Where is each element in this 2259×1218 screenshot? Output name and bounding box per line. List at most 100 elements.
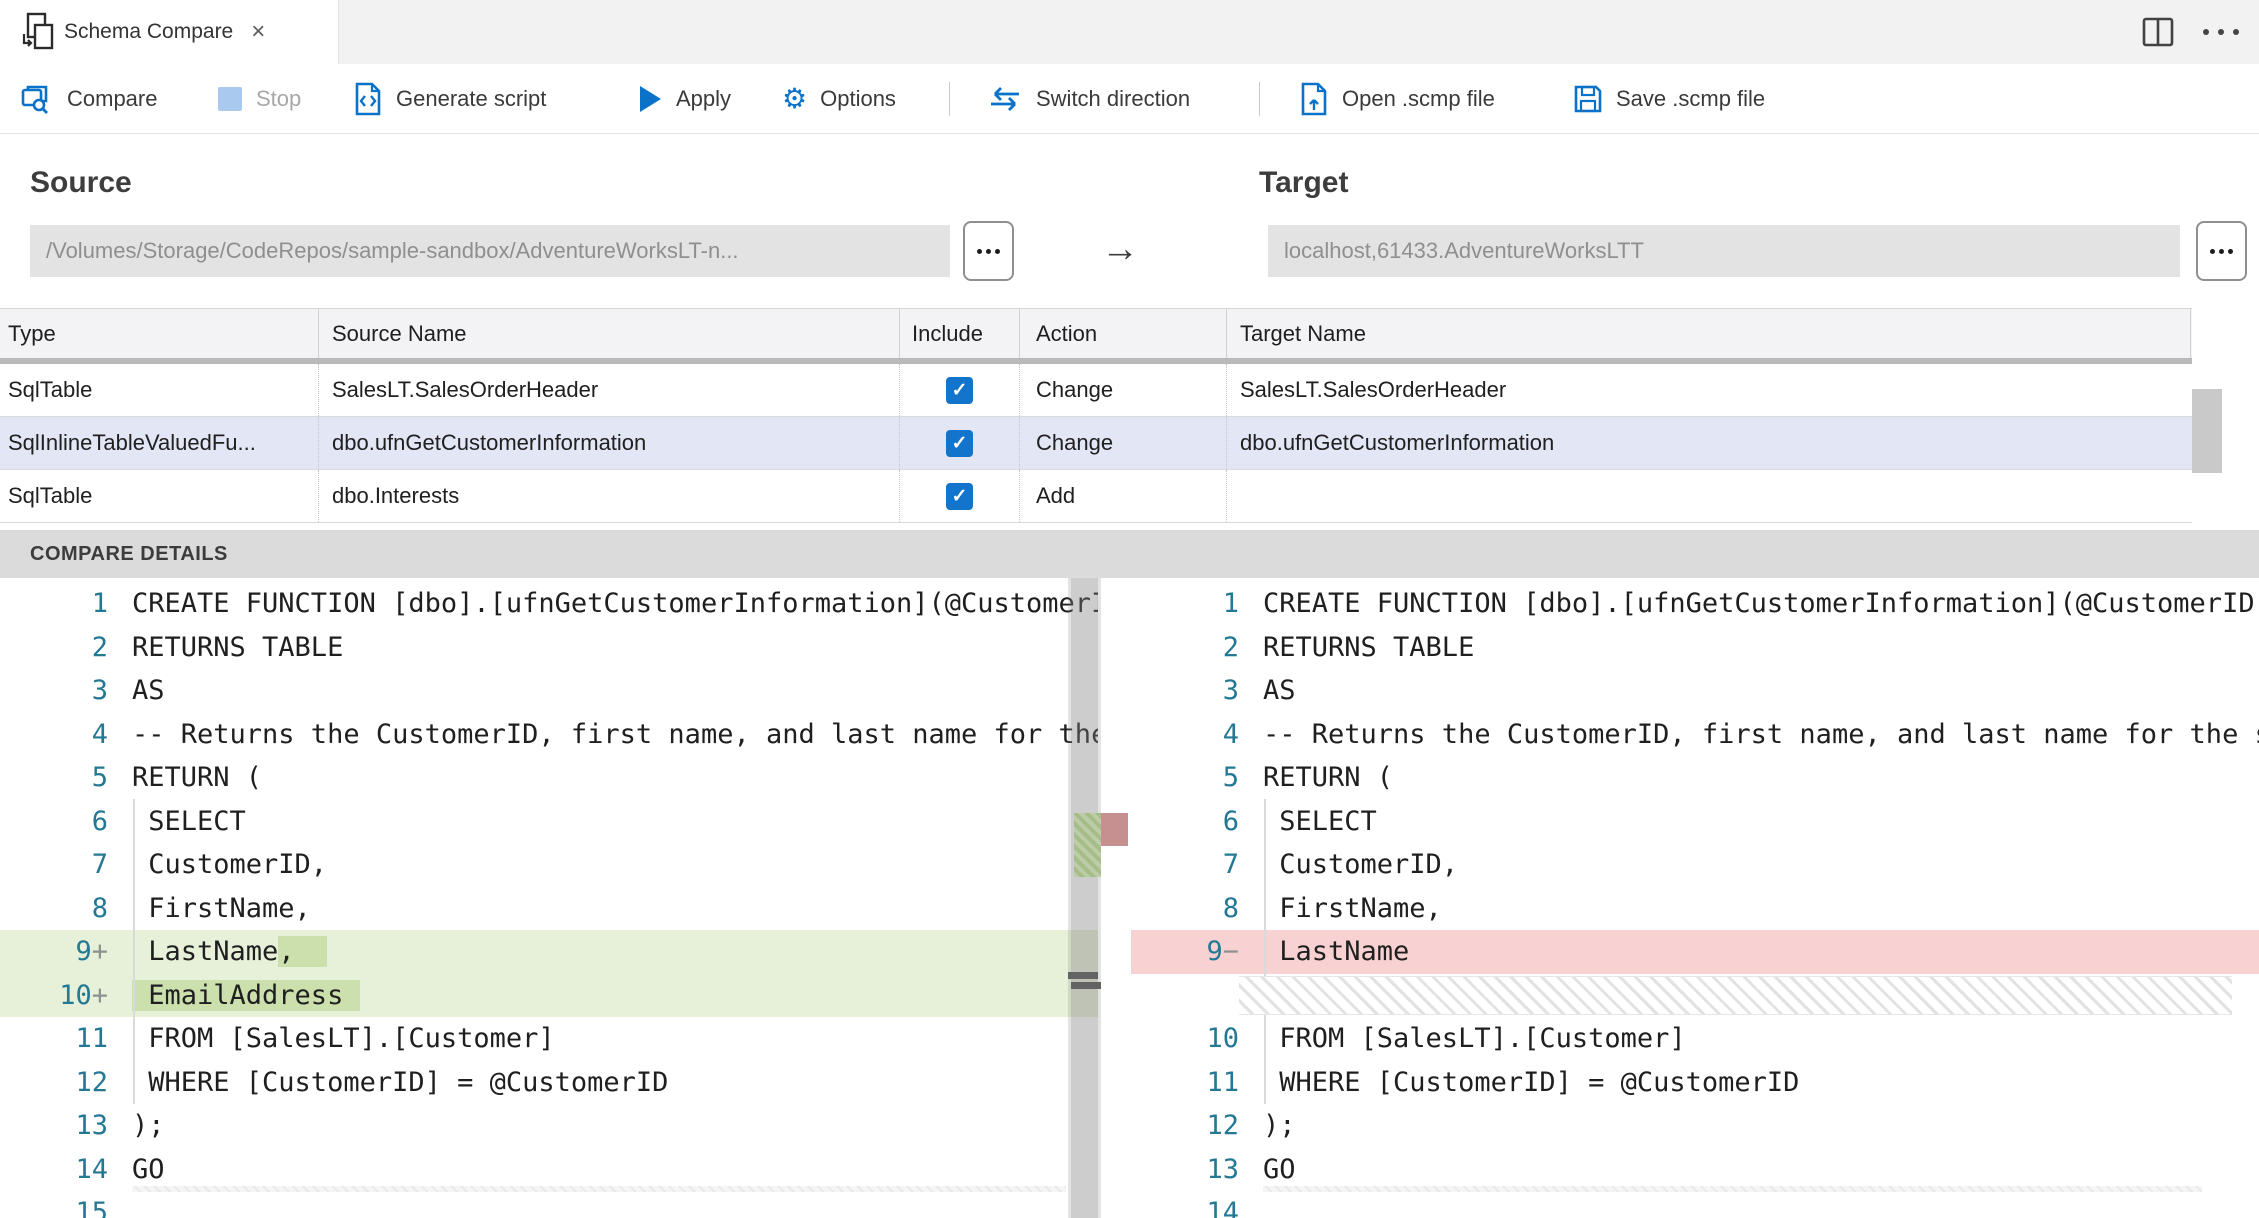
code-line: 8 FirstName, <box>0 887 1098 931</box>
include-checkbox[interactable]: ✓ <box>946 482 973 510</box>
line-number: 5 <box>91 762 108 793</box>
code-text: WHERE [CustomerID] = @CustomerID <box>132 1066 669 1098</box>
schema-compare-icon <box>20 12 56 52</box>
include-checkbox[interactable]: ✓ <box>946 376 973 404</box>
line-number: 14 <box>1206 1197 1239 1218</box>
target-code-lines: 1 CREATE FUNCTION [dbo].[ufnGetCustomerIn… <box>1131 582 2259 1218</box>
line-number: 6 <box>1222 805 1239 837</box>
cell-action: Change <box>1020 417 1227 469</box>
cell-type: SqlInlineTableValuedFu... <box>0 417 319 469</box>
code-text: -- Returns the CustomerID, first name, a… <box>132 718 1098 750</box>
code-text: AS <box>132 675 165 706</box>
source-code-pane[interactable]: 1 CREATE FUNCTION [dbo].[ufnGetCustomerIn… <box>0 578 1098 1218</box>
options-button[interactable]: ⚙ Options <box>782 64 896 133</box>
include-checkbox[interactable]: ✓ <box>946 429 973 457</box>
code-line: 12); <box>1131 1104 2259 1148</box>
schema-compare-toolbar: Compare Stop Generate script Apply ⚙ Opt… <box>0 64 2259 134</box>
apply-button[interactable]: Apply <box>637 64 731 133</box>
code-line: 7 CustomerID, <box>0 843 1098 887</box>
tab-schema-compare[interactable]: Schema Compare × <box>0 0 339 64</box>
cell-target-name <box>1227 470 2191 522</box>
diff-line-marker: + <box>91 936 108 967</box>
code-text: GO <box>132 1153 165 1185</box>
cell-source-name: SalesLT.SalesOrderHeader <box>319 364 900 416</box>
stop-icon <box>217 86 243 112</box>
cell-source-name: dbo.Interests <box>319 470 900 522</box>
line-number: 2 <box>1222 631 1239 663</box>
switch-direction-button[interactable]: Switch direction <box>987 64 1190 133</box>
stop-button[interactable]: Stop <box>217 64 301 133</box>
code-line: 14 <box>1131 1191 2259 1218</box>
line-number: 11 <box>75 1023 108 1054</box>
code-line: 10 FROM [SalesLT].[Customer] <box>1131 1017 2259 1061</box>
table-row[interactable]: SqlTable dbo.Interests ✓ Add <box>0 470 2192 523</box>
diff-gap-row <box>1131 973 2259 1017</box>
overview-ruler <box>1101 578 1128 1218</box>
cell-action: Add <box>1020 470 1227 522</box>
code-line: 6 SELECT <box>1131 800 2259 844</box>
column-header-type: Type <box>0 309 319 358</box>
code-line: 1 CREATE FUNCTION [dbo].[ufnGetCustomerIn… <box>1131 582 2259 626</box>
line-number: 9+ <box>75 936 108 967</box>
code-line: 2 RETURNS TABLE <box>0 626 1098 670</box>
split-editor-icon[interactable] <box>2141 16 2175 48</box>
target-code-pane[interactable]: 1 CREATE FUNCTION [dbo].[ufnGetCustomerIn… <box>1131 578 2259 1218</box>
line-number: 15 <box>75 1197 108 1218</box>
generate-script-button[interactable]: Generate script <box>353 64 546 133</box>
code-line: 12 WHERE [CustomerID] = @CustomerID <box>0 1061 1098 1105</box>
code-text: FirstName, <box>132 892 311 924</box>
line-number: 13 <box>1206 1153 1239 1185</box>
table-row[interactable]: SqlTable SalesLT.SalesOrderHeader ✓ Change S… <box>0 364 2192 417</box>
compare-details-label: COMPARE DETAILS <box>30 542 228 565</box>
column-header-include: Include <box>900 309 1020 358</box>
open-scmp-button[interactable]: Open .scmp file <box>1299 64 1495 133</box>
line-number: 11 <box>1206 1066 1239 1098</box>
code-line: 10+ EmailAddress <box>0 973 1098 1018</box>
line-number: 10 <box>1206 1023 1239 1054</box>
target-input[interactable]: localhost,61433.AdventureWorksLTT <box>1268 225 2180 277</box>
code-text: RETURN ( <box>132 762 263 793</box>
source-code-lines: 1 CREATE FUNCTION [dbo].[ufnGetCustomerIn… <box>0 582 1098 1218</box>
line-number: 12 <box>75 1066 108 1098</box>
tab-close-icon[interactable]: × <box>251 20 265 44</box>
code-text: -- Returns the CustomerID, first name, a… <box>1263 718 2259 750</box>
code-text: CustomerID, <box>1263 849 1459 880</box>
tab-bar: Schema Compare × <box>0 0 2259 64</box>
code-text: SELECT <box>1263 805 1377 837</box>
cell-type: SqlTable <box>0 470 319 522</box>
grid-scrollbar-thumb[interactable] <box>2192 389 2222 473</box>
code-text: SELECT <box>132 805 246 837</box>
tab-title: Schema Compare <box>64 20 234 43</box>
grid-body: SqlTable SalesLT.SalesOrderHeader ✓ Change S… <box>0 364 2192 523</box>
target-scrollbar-track[interactable] <box>1071 578 1101 1218</box>
table-row[interactable]: SqlInlineTableValuedFu... dbo.ufnGetCusto… <box>0 417 2192 470</box>
gear-icon: ⚙ <box>782 82 808 114</box>
more-actions-icon[interactable] <box>2201 23 2241 41</box>
code-text: GO <box>1263 1153 1296 1185</box>
code-line: 2 RETURNS TABLE <box>1131 626 2259 670</box>
code-text: RETURNS TABLE <box>1263 631 1475 663</box>
line-number: 1 <box>1222 588 1239 619</box>
code-text: FROM [SalesLT].[Customer] <box>132 1023 555 1054</box>
code-text: CustomerID, <box>132 849 328 880</box>
indent-guide <box>1264 799 1266 1104</box>
code-line: 3 AS <box>1131 669 2259 713</box>
code-line: 9− LastName <box>1131 930 2259 974</box>
compare-details-bar: COMPARE DETAILS <box>0 530 2259 578</box>
source-input[interactable]: /Volumes/Storage/CodeRepos/sample-sandbo… <box>30 225 950 277</box>
diff-hatch-filler <box>1239 975 2232 1015</box>
code-text: EmailAddress <box>132 974 360 1018</box>
line-number: 7 <box>1222 849 1239 880</box>
code-line: 8 FirstName, <box>1131 887 2259 931</box>
compare-icon <box>20 83 54 115</box>
save-scmp-button[interactable]: Save .scmp file <box>1573 64 1765 133</box>
code-text: CREATE FUNCTION [dbo].[ufnGetCustomerInf… <box>1263 588 2259 619</box>
compare-button[interactable]: Compare <box>20 64 157 133</box>
source-browse-button[interactable] <box>963 221 1014 281</box>
code-text: LastName, <box>132 936 328 967</box>
code-line: 6 SELECT <box>0 800 1098 844</box>
overview-delete-mark <box>1101 813 1128 846</box>
direction-arrow-icon: → <box>1101 228 1139 270</box>
save-icon <box>1573 84 1603 114</box>
target-browse-button[interactable] <box>2196 221 2247 281</box>
